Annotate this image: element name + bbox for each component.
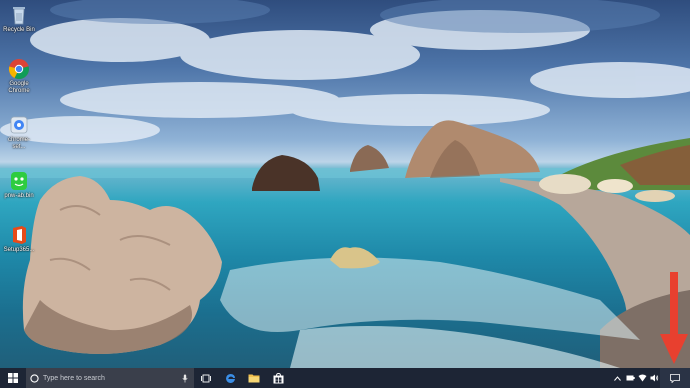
edge-button[interactable] bbox=[218, 368, 242, 388]
desktop-icon-label: pnw-ab.bin bbox=[4, 193, 34, 199]
windows-start-icon bbox=[8, 373, 18, 383]
cortana-icon bbox=[30, 373, 39, 383]
office-setup-icon bbox=[13, 226, 26, 244]
edge-icon bbox=[225, 373, 235, 383]
wallpaper-seascape bbox=[0, 0, 690, 368]
desktop: Recycle Bin Google Chrome chrome-set... bbox=[0, 0, 690, 368]
desktop-icon-label: Recycle Bin bbox=[3, 27, 35, 33]
system-tray bbox=[610, 368, 690, 388]
chrome-icon bbox=[8, 59, 29, 80]
desktop-icon-chrome-setup[interactable]: chrome-set... bbox=[2, 114, 36, 151]
desktop-icon-recycle-bin[interactable]: Recycle Bin bbox=[2, 4, 36, 34]
network-icon bbox=[638, 374, 646, 382]
volume-button[interactable] bbox=[648, 368, 660, 388]
taskbar-search-box[interactable]: Type here to search bbox=[26, 368, 194, 388]
store-button[interactable] bbox=[266, 368, 290, 388]
battery-icon bbox=[626, 375, 635, 381]
taskbar: Type here to search bbox=[0, 368, 690, 388]
chevron-up-icon bbox=[613, 375, 621, 381]
desktop-icon-office-setup[interactable]: Setup365... bbox=[2, 224, 36, 254]
microphone-icon[interactable] bbox=[182, 374, 188, 383]
search-placeholder: Type here to search bbox=[43, 374, 105, 382]
store-icon bbox=[273, 372, 283, 383]
chrome-setup-icon bbox=[10, 116, 28, 134]
battery-button[interactable] bbox=[624, 368, 636, 388]
action-center-button[interactable] bbox=[660, 368, 690, 388]
start-button[interactable] bbox=[0, 368, 26, 388]
desktop-icon-label: Setup365... bbox=[3, 247, 35, 253]
task-view-button[interactable] bbox=[194, 368, 218, 388]
network-button[interactable] bbox=[636, 368, 648, 388]
task-view-icon bbox=[201, 374, 211, 382]
desktop-icon-green-app[interactable]: pnw-ab.bin bbox=[2, 170, 36, 200]
desktop-icon-label: Google Chrome bbox=[8, 81, 30, 94]
volume-icon bbox=[650, 374, 658, 382]
show-hidden-icons-button[interactable] bbox=[610, 368, 624, 388]
desktop-icon-label: chrome-set... bbox=[7, 137, 30, 150]
action-center-icon bbox=[670, 373, 680, 383]
recycle-bin-icon bbox=[13, 7, 25, 25]
desktop-icon-google-chrome[interactable]: Google Chrome bbox=[2, 58, 36, 95]
green-app-icon bbox=[11, 172, 27, 190]
file-explorer-button[interactable] bbox=[242, 368, 266, 388]
file-explorer-icon bbox=[248, 374, 260, 383]
